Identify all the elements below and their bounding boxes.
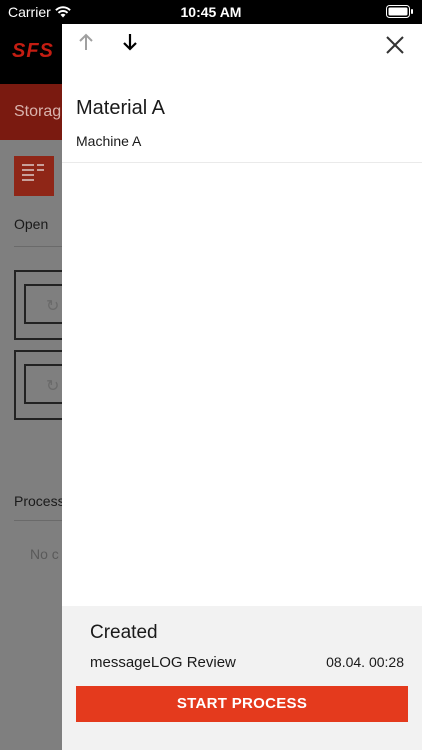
process-label: Process xyxy=(14,493,65,509)
status-bar: Carrier 10:45 AM xyxy=(0,0,422,24)
empty-label: No c xyxy=(30,546,59,562)
status-timestamp: 08.04. 00:28 xyxy=(326,654,404,670)
material-title: Material A xyxy=(76,97,165,119)
status-title: Created xyxy=(90,622,158,643)
section-label: Storag xyxy=(14,103,62,120)
divider xyxy=(62,162,422,163)
arrow-up-icon[interactable] xyxy=(74,30,98,54)
machine-label: Machine A xyxy=(76,133,142,149)
sync-icon: ↻ xyxy=(46,378,60,395)
clock: 10:45 AM xyxy=(180,4,242,20)
sync-icon: ↻ xyxy=(46,298,60,315)
sfs-logo: SFS xyxy=(12,40,54,62)
detail-panel: Material A Machine A Created messageLOG … xyxy=(62,24,422,750)
start-process-button[interactable]: START PROCESS xyxy=(76,686,408,722)
list-icon xyxy=(22,164,44,181)
status-footer: Created messageLOG Review 08.04. 00:28 S… xyxy=(62,606,422,750)
status-description: messageLOG Review xyxy=(90,654,236,671)
list-view-button xyxy=(14,156,54,196)
battery-icon xyxy=(386,5,413,18)
arrow-down-icon[interactable] xyxy=(118,30,142,54)
open-label: Open xyxy=(14,216,49,232)
close-icon[interactable] xyxy=(384,34,406,56)
